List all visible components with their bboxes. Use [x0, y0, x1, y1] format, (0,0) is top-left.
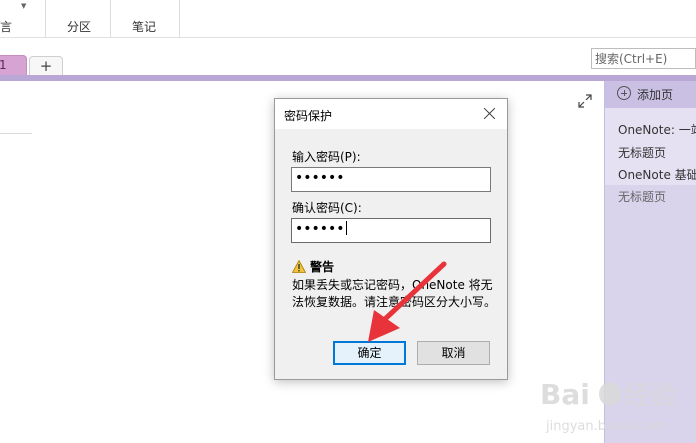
search-input[interactable] — [592, 49, 695, 68]
expand-icon[interactable] — [578, 94, 592, 108]
ribbon-divider — [45, 0, 46, 37]
page-list-item[interactable]: OneNote: 一站 — [618, 121, 696, 138]
section-tab-label: 1 — [0, 58, 7, 72]
ribbon: ▼ 言 分区 笔记 — [0, 0, 696, 38]
enter-password-field[interactable]: •••••• — [291, 167, 491, 192]
dialog-title: 密码保护 — [284, 109, 333, 123]
svg-text:Bai: Bai — [540, 378, 590, 411]
section-tab[interactable]: 1 — [0, 55, 27, 76]
baidu-watermark-logo: Bai 经验 jingyan.baidu.com — [540, 378, 676, 434]
search-box[interactable] — [591, 48, 696, 69]
svg-text:jingyan.baidu.com: jingyan.baidu.com — [545, 419, 666, 434]
page-list-item[interactable]: 无标题页 — [618, 188, 666, 205]
add-circle-icon — [617, 86, 631, 100]
confirm-password-value: •••••• — [295, 221, 345, 237]
confirm-password-field[interactable]: •••••• — [291, 218, 491, 243]
confirm-password-label: 确认密码(C): — [292, 201, 362, 215]
ribbon-divider — [179, 0, 180, 37]
svg-text:经验: 经验 — [624, 381, 676, 411]
warning-icon — [292, 260, 306, 273]
page-list-item[interactable]: OneNote 基础 — [618, 166, 696, 183]
ribbon-divider — [110, 0, 111, 37]
section-tab-row: 1 + — [0, 38, 696, 76]
enter-password-label: 输入密码(P): — [292, 150, 361, 164]
add-page-label: 添加页 — [637, 88, 674, 102]
ribbon-item-notes[interactable]: 笔记 — [132, 18, 156, 35]
add-page-button[interactable]: 添加页 — [605, 81, 696, 108]
annotation-arrow-icon — [368, 261, 447, 342]
text-cursor — [345, 221, 347, 235]
add-section-button[interactable]: + — [29, 56, 63, 76]
dropdown-caret-icon[interactable]: ▼ — [21, 2, 26, 10]
warning-title: 警告 — [310, 260, 335, 274]
ribbon-item-language[interactable]: 言 — [0, 18, 12, 35]
page-list-item[interactable]: 无标题页 — [618, 144, 666, 161]
page-title-rule — [0, 133, 32, 134]
enter-password-value: •••••• — [295, 170, 345, 186]
dialog-title-bar: 密码保护 — [275, 99, 507, 129]
ribbon-item-section[interactable]: 分区 — [67, 18, 91, 35]
close-icon[interactable] — [482, 106, 498, 122]
